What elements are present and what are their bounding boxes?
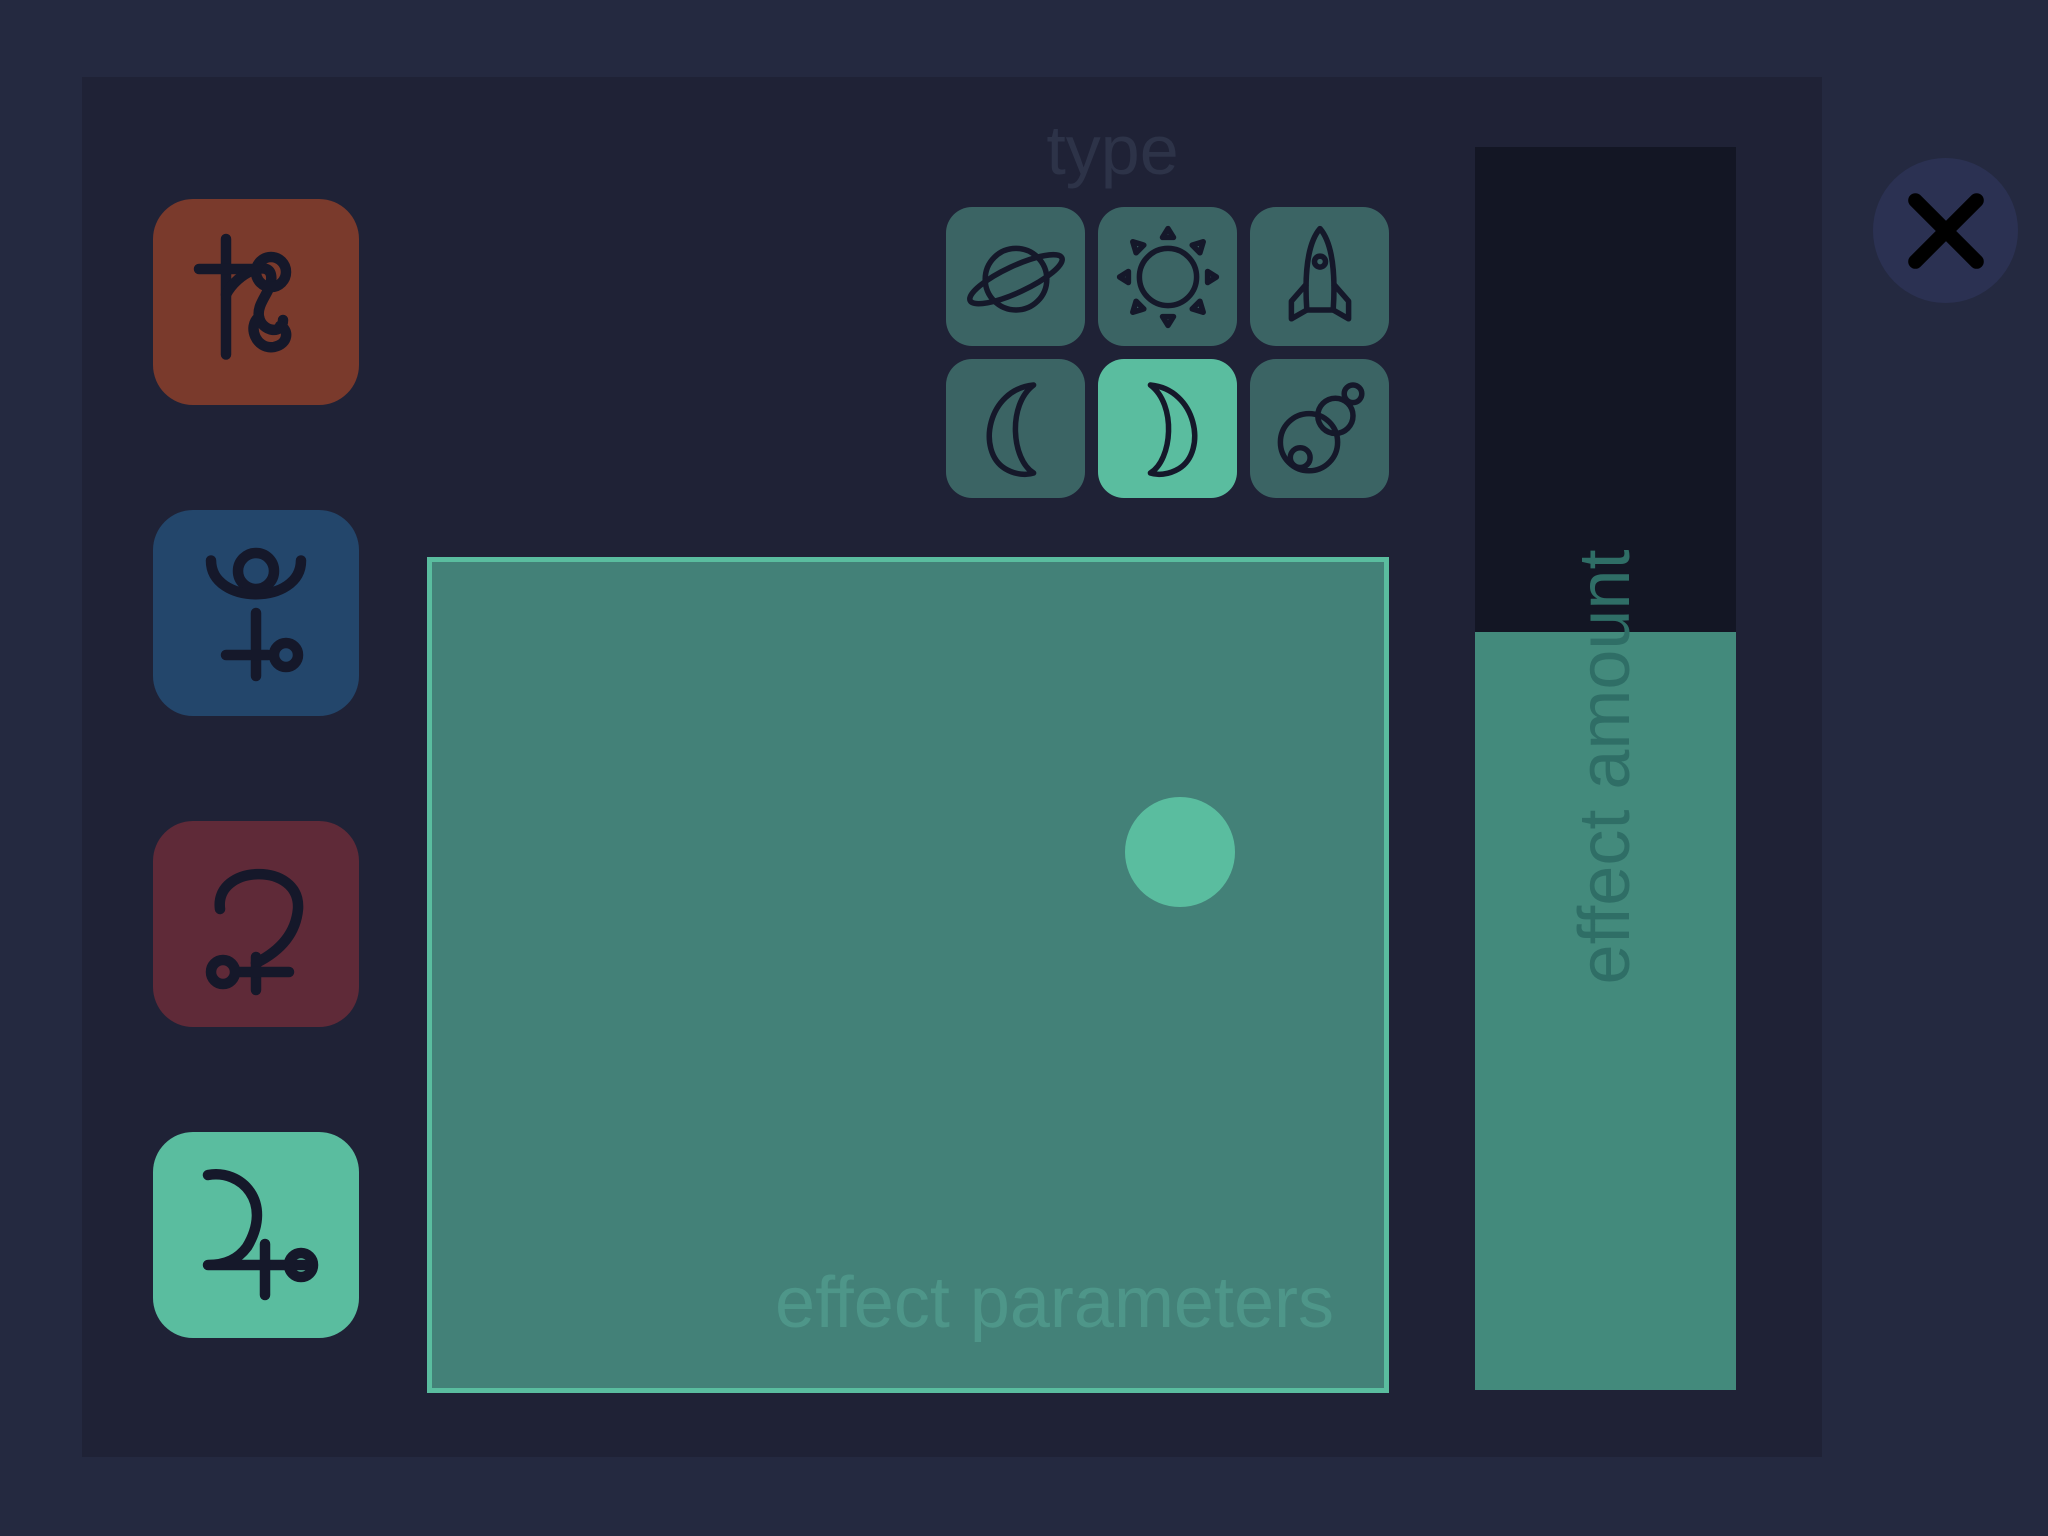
space-station-icon <box>1277 381 1365 474</box>
pluto-button[interactable] <box>153 510 359 716</box>
ceres-button[interactable] <box>153 821 359 1027</box>
type-waning-moon-button[interactable] <box>946 359 1085 498</box>
type-sun-button[interactable] <box>1098 207 1237 346</box>
app-screen: type effect parameters effect amount <box>0 0 2048 1536</box>
effect-amount-slider[interactable]: effect amount <box>1475 147 1736 1390</box>
type-label: type <box>1046 111 1179 189</box>
ceres-icon <box>205 868 304 996</box>
effect-parameters-handle[interactable] <box>1125 797 1235 907</box>
saturn-icon <box>193 233 292 360</box>
jupiter-button[interactable] <box>153 1132 359 1338</box>
saturn-button[interactable] <box>153 199 359 405</box>
type-planet-button[interactable] <box>946 207 1085 346</box>
effect-parameters-label: effect parameters <box>775 1263 1334 1343</box>
effect-amount-label: effect amount <box>1565 549 1645 985</box>
rocket-icon <box>1288 225 1351 322</box>
jupiter-icon <box>202 1169 319 1301</box>
pluto-icon <box>205 547 307 682</box>
sun-icon <box>1116 225 1219 328</box>
planet-ring-icon <box>966 245 1065 313</box>
waxing-moon-icon <box>1147 381 1197 477</box>
close-button[interactable] <box>1873 158 2018 303</box>
type-waxing-moon-button[interactable] <box>1098 359 1237 498</box>
close-icon <box>1907 192 1984 269</box>
effect-parameters-pad[interactable]: effect parameters <box>427 557 1389 1393</box>
waning-moon-icon <box>986 381 1036 477</box>
type-rocket-button[interactable] <box>1250 207 1389 346</box>
type-space-station-button[interactable] <box>1250 359 1389 498</box>
